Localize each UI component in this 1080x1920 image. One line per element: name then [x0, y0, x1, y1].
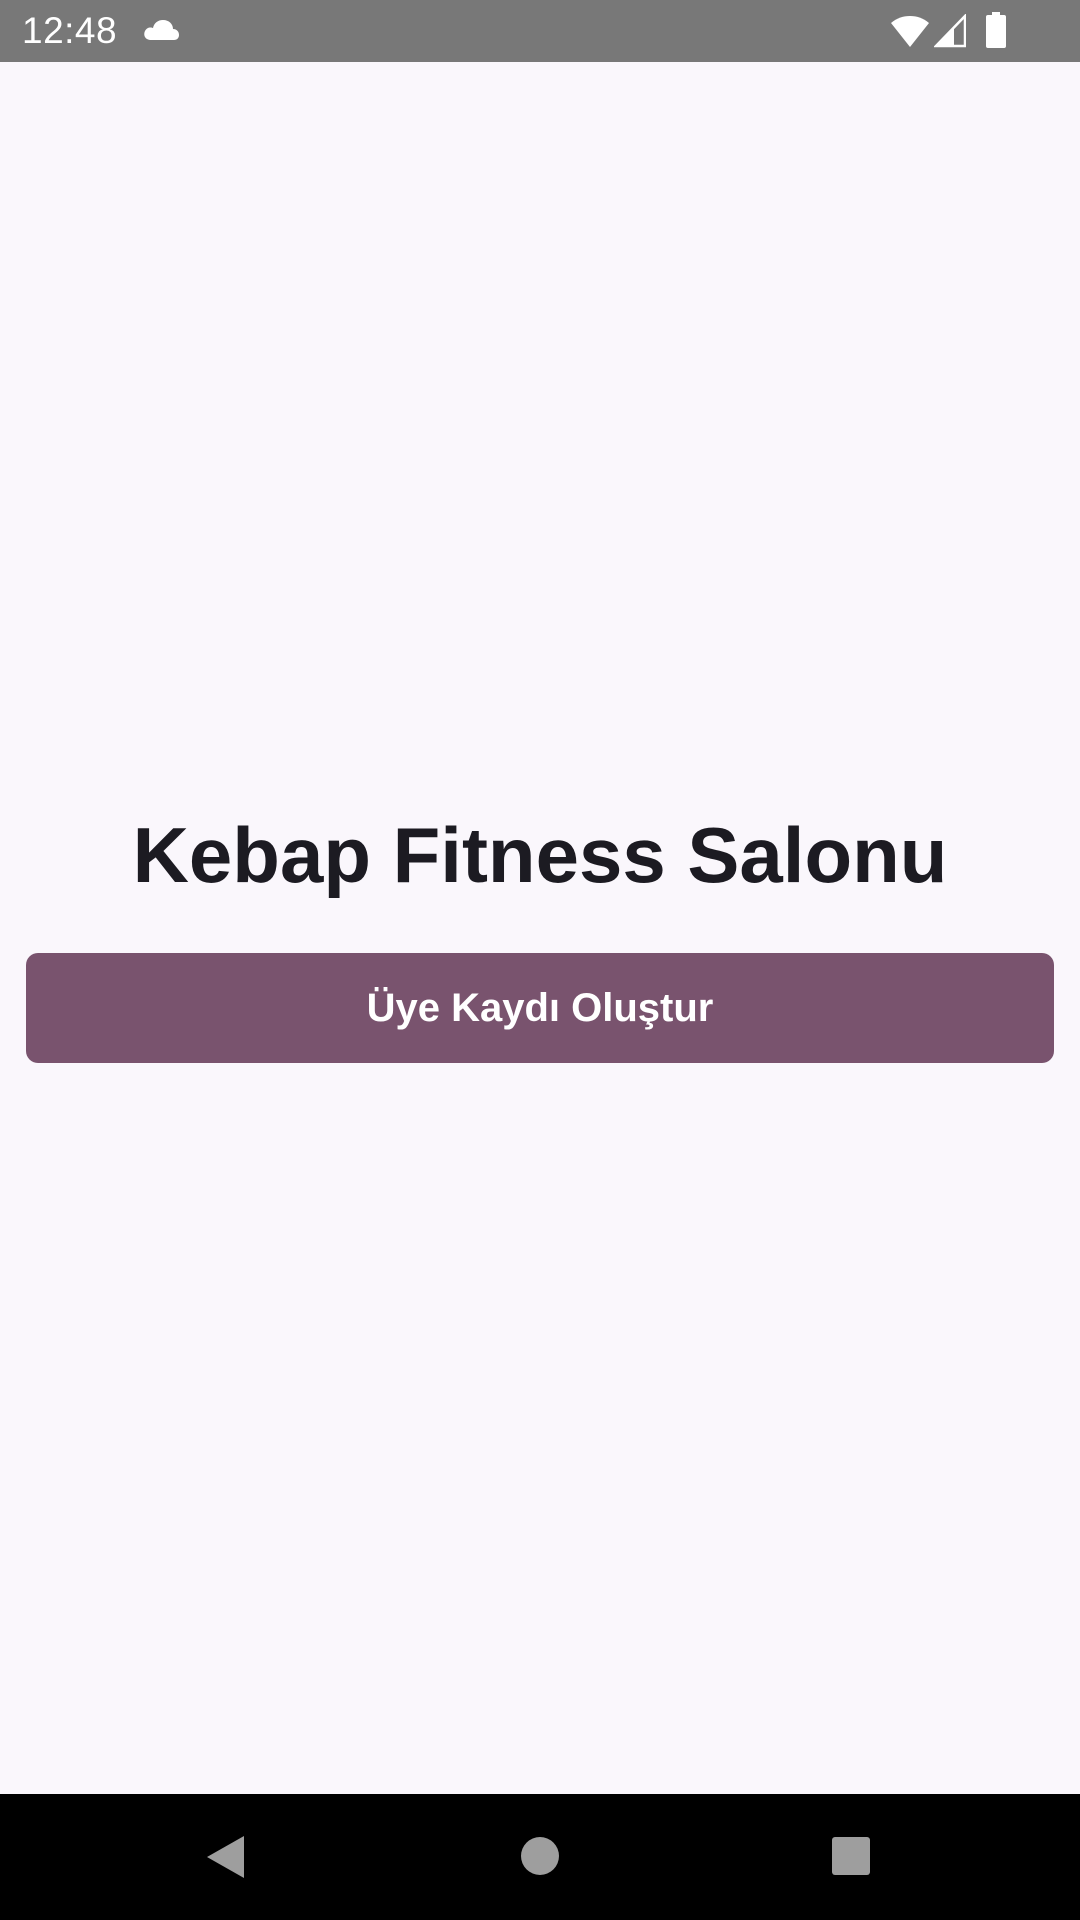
- main-content: Kebap Fitness Salonu Üye Kaydı Oluştur: [0, 62, 1080, 1794]
- navigation-bar: [0, 1794, 1080, 1920]
- cloud-icon: [144, 20, 179, 40]
- app-screen: 12:48 Kebap Fitness Salonu Üye Kaydı Olu…: [0, 0, 1080, 1920]
- recents-icon[interactable]: [831, 1836, 871, 1876]
- status-bar: 12:48: [0, 0, 1080, 62]
- create-member-button[interactable]: Üye Kaydı Oluştur: [26, 953, 1054, 1063]
- back-icon[interactable]: [204, 1834, 246, 1880]
- page-title: Kebap Fitness Salonu: [132, 811, 948, 899]
- battery-icon: [986, 12, 1006, 48]
- home-icon[interactable]: [520, 1836, 560, 1876]
- status-time: 12:48: [22, 10, 118, 51]
- cell-signal-icon: [934, 14, 966, 48]
- wifi-icon: [891, 16, 929, 47]
